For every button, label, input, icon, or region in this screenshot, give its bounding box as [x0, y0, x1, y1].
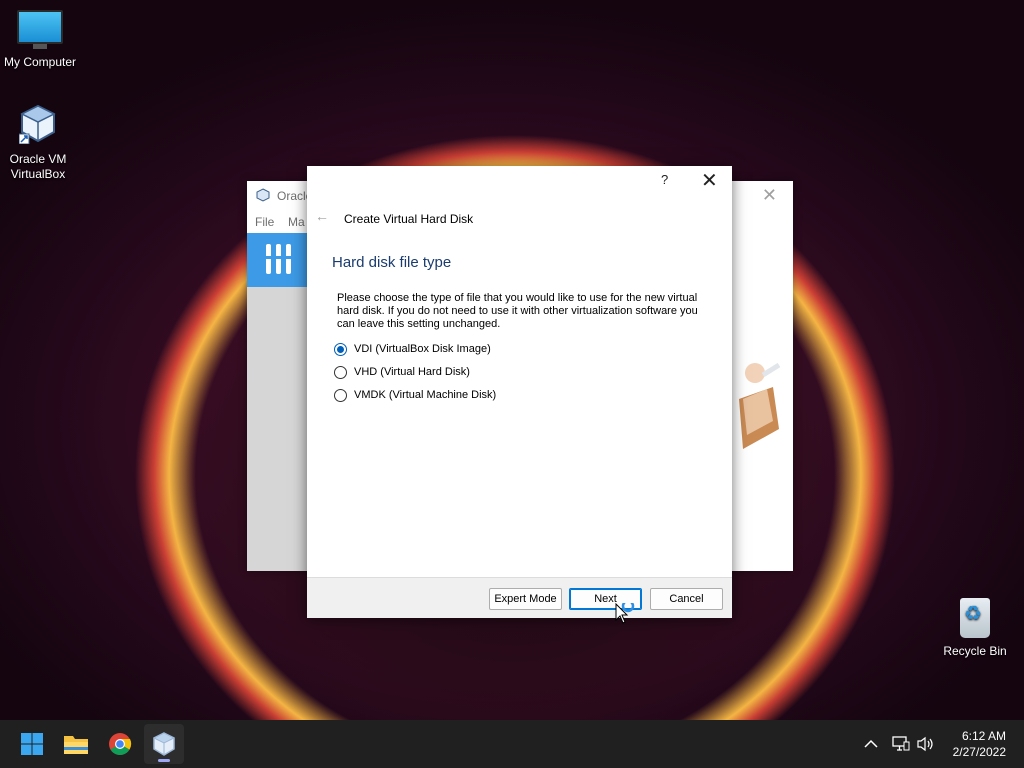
radio-option-vhd[interactable]: VHD (Virtual Hard Disk): [334, 364, 470, 380]
start-button[interactable]: [12, 724, 52, 764]
expert-mode-button[interactable]: Expert Mode: [489, 588, 562, 610]
network-status-button[interactable]: [892, 720, 910, 768]
monitor-icon: [17, 10, 63, 44]
radio-button-checked[interactable]: [334, 342, 347, 356]
clock-time: 6:12 AM: [961, 729, 1006, 743]
virtualbox-icon: [18, 104, 56, 145]
taskbar-virtualbox[interactable]: [144, 724, 184, 764]
radio-option-vmdk[interactable]: VMDK (Virtual Machine Disk): [334, 387, 496, 403]
virtualbox-icon: [152, 732, 176, 756]
virtualbox-small-icon: [256, 188, 270, 202]
menu-machine[interactable]: Ma: [288, 215, 305, 229]
volume-button[interactable]: [917, 720, 935, 768]
menu-file[interactable]: File: [255, 215, 274, 229]
chevron-up-icon: [864, 739, 878, 748]
active-app-indicator: [158, 759, 170, 762]
network-icon: [892, 736, 910, 751]
radio-button[interactable]: [334, 388, 347, 402]
cancel-button[interactable]: Cancel: [650, 588, 723, 610]
desktop-icon-label: My Computer: [3, 55, 77, 69]
radio-label: VDI (VirtualBox Disk Image): [354, 343, 491, 355]
monitor-stand: [33, 44, 47, 49]
machine-list-panel: [247, 287, 309, 571]
desktop-icon-label: Recycle Bin: [943, 644, 1007, 658]
taskbar-chrome[interactable]: [100, 724, 140, 764]
system-clock[interactable]: 6:12 AM 2/27/2022: [953, 728, 1006, 760]
dialog-footer: Expert Mode Next Cancel: [307, 577, 732, 618]
mouse-cursor-icon: [615, 603, 635, 624]
tools-icon: [265, 244, 293, 274]
close-icon[interactable]: ✕: [762, 185, 777, 206]
page-heading: Hard disk file type: [332, 254, 452, 271]
radio-label: VMDK (Virtual Machine Disk): [354, 389, 497, 401]
show-hidden-icons-button[interactable]: [864, 720, 878, 768]
start-icon: [21, 733, 43, 755]
recycle-bin-icon: [960, 598, 990, 638]
create-virtual-hard-disk-dialog: ? ✕ ← Create Virtual Hard Disk Hard disk…: [307, 166, 732, 618]
close-button[interactable]: ✕: [701, 168, 718, 193]
clock-date: 2/27/2022: [952, 745, 1006, 759]
dialog-title: Create Virtual Hard Disk: [344, 212, 474, 226]
speaker-icon: [917, 736, 933, 752]
radio-button[interactable]: [334, 365, 347, 379]
virtualbox-mascot-illustration: [739, 362, 781, 449]
tools-toolbar[interactable]: [247, 233, 309, 287]
taskbar: 6:12 AM 2/27/2022: [0, 720, 1024, 768]
file-explorer-icon: [64, 736, 88, 754]
desktop-icon-label: Oracle VM VirtualBox: [9, 152, 67, 181]
taskbar-file-explorer[interactable]: [56, 724, 96, 764]
back-arrow-icon[interactable]: ←: [315, 208, 329, 224]
radio-label: VHD (Virtual Hard Disk): [354, 366, 470, 378]
help-button[interactable]: ?: [661, 172, 668, 187]
chrome-icon: [109, 733, 132, 755]
description-text: Please choose the type of file that you …: [337, 292, 698, 330]
desktop-icon-my-computer[interactable]: My Computer: [0, 10, 80, 70]
desktop-icon-recycle-bin[interactable]: Recycle Bin: [935, 598, 1015, 659]
radio-option-vdi[interactable]: VDI (VirtualBox Disk Image): [334, 341, 491, 357]
desktop-icon-virtualbox[interactable]: Oracle VM VirtualBox: [0, 104, 78, 182]
